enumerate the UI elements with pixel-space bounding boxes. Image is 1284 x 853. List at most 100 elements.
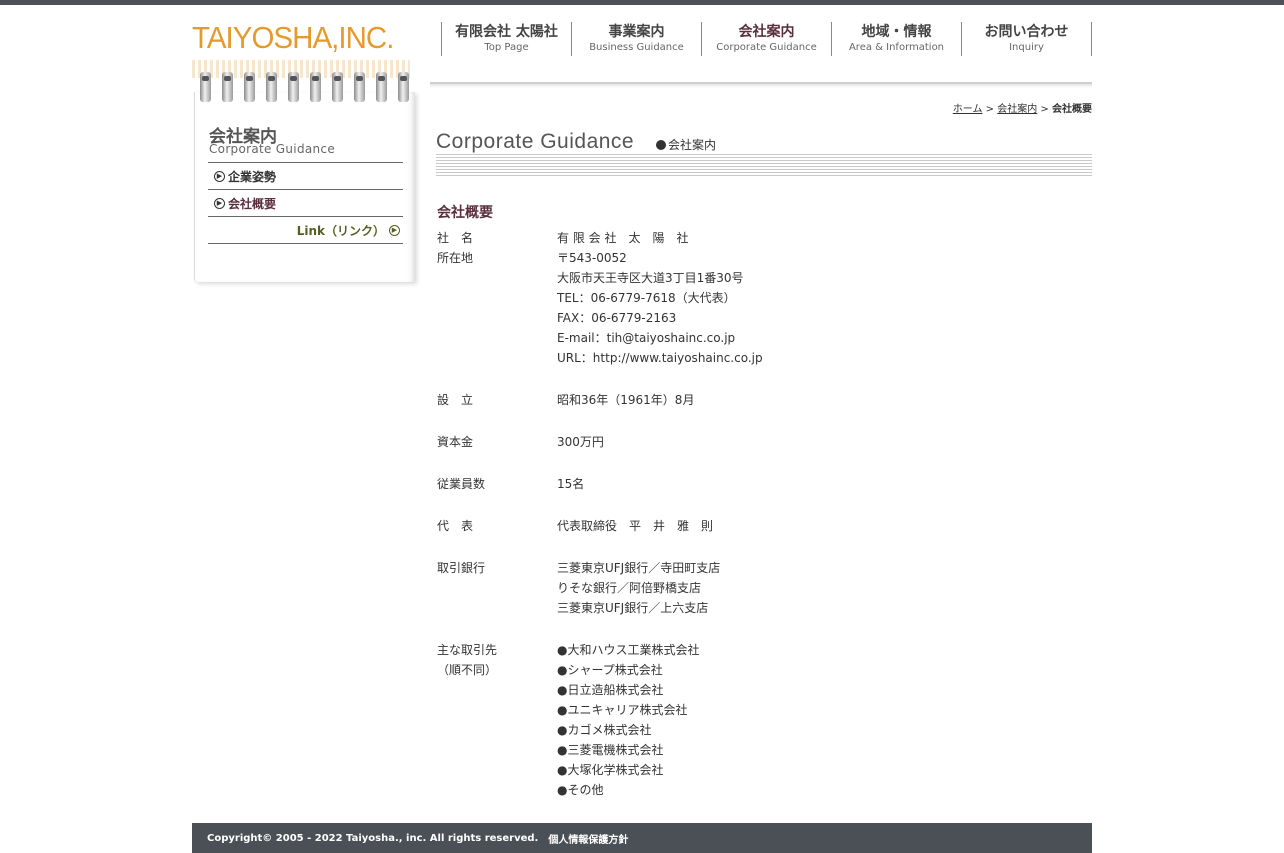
info-value: 300万円 (557, 435, 604, 449)
info-label: 設 立 (437, 393, 474, 407)
header-divider (430, 82, 1092, 88)
client-item: ●日立造船株式会社 (557, 683, 664, 697)
sidebar: 会社案内 Corporate Guidance ▶ 企業姿勢 ▶ 会社概要 Li… (194, 92, 415, 282)
clients-label: 主な取引先 (437, 643, 498, 657)
page-title-en: Corporate Guidance (436, 130, 635, 153)
page-title: Corporate Guidance 会社案内 (436, 130, 1092, 176)
nav-inquiry[interactable]: お問い合わせ Inquiry (961, 22, 1092, 56)
nav-top-page[interactable]: 有限会社 太陽社 Top Page (441, 22, 571, 56)
info-label: 従業員数 (437, 477, 486, 491)
info-label: 資本金 (437, 435, 474, 449)
ring-binding (266, 72, 277, 102)
copyright-text: Copyright© 2005 - 2022 Taiyosha., inc. A… (207, 832, 539, 844)
info-row-capital: 資本金 300万円 (437, 432, 1087, 452)
ring-binding (310, 72, 321, 102)
footer: Copyright© 2005 - 2022 Taiyosha., inc. A… (192, 823, 1092, 853)
nav-label-en: Top Page (484, 42, 529, 53)
sidebar-item-label: 会社概要 (228, 196, 277, 211)
ring-binding (200, 72, 211, 102)
client-item: ●三菱電機株式会社 (557, 743, 664, 757)
info-label: 代 表 (437, 519, 474, 533)
sidebar-item-label: 企業姿勢 (228, 169, 277, 184)
info-label: 所在地 (437, 251, 474, 265)
nav-label-jp: 事業案内 (608, 24, 665, 40)
info-row-founded: 設 立 昭和36年（1961年）8月 (437, 390, 1087, 410)
nav-label-jp: 会社案内 (738, 24, 795, 40)
info-label: 取引銀行 (437, 561, 486, 575)
client-item: ●ユニキャリア株式会社 (557, 703, 688, 717)
address-tel: TEL：06-6779-7618（大代表） (557, 291, 736, 305)
info-value: 15名 (557, 477, 585, 491)
nav-label-en: Area & Information (848, 42, 945, 53)
breadcrumb-home[interactable]: ホーム (953, 104, 983, 115)
logo[interactable]: TAIYOSHA,INC. (192, 18, 412, 78)
sidebar-link-button[interactable]: Link（リンク） ▶ (208, 216, 403, 244)
sidebar-item-company-profile[interactable]: ▶ 会社概要 (208, 189, 403, 216)
page-title-jp-wrap: 会社案内 (656, 136, 716, 153)
info-value: 〒543-0052 大阪市天王寺区大道3丁目1番30号 TEL：06-6779-… (557, 248, 763, 368)
bank-item: 三菱東京UFJ銀行／寺田町支店 (557, 561, 721, 575)
arrow-right-icon: ▶ (214, 170, 225, 182)
client-item: ●大和ハウス工業株式会社 (557, 643, 700, 657)
nav-area-information[interactable]: 地域・情報 Area & Information (831, 22, 961, 56)
bullet-icon (656, 140, 666, 150)
client-item: ●シャープ株式会社 (557, 663, 663, 677)
nav-business-guidance[interactable]: 事業案内 Business Guidance (571, 22, 701, 56)
nav-label-jp: 地域・情報 (861, 24, 932, 40)
nav-corporate-guidance[interactable]: 会社案内 Corporate Guidance (701, 22, 831, 56)
address-fax: FAX：06-6779-2163 (557, 311, 677, 325)
nav-label-en: Inquiry (1009, 42, 1044, 53)
info-row-name: 社 名 有 限 会 社 太 陽 社 (437, 228, 1087, 248)
info-row-representative: 代 表 代表取締役 平 井 雅 則 (437, 516, 1087, 536)
nav-label-en: Corporate Guidance (716, 42, 817, 53)
ring-binding (398, 72, 409, 102)
clients-label-note: （順不同） (437, 663, 498, 677)
address-email: E-mail：tih@taiyoshainc.co.jp (557, 331, 736, 345)
bank-item: 三菱東京UFJ銀行／上六支店 (557, 601, 709, 615)
info-row-clients: 主な取引先 （順不同） ●大和ハウス工業株式会社 ●シャープ株式会社 ●日立造船… (437, 640, 1087, 800)
privacy-policy-link[interactable]: 個人情報保護方針 (548, 831, 628, 846)
breadcrumb: ホーム > 会社案内 > 会社概要 (953, 100, 1092, 115)
breadcrumb-current: 会社概要 (1052, 104, 1092, 115)
info-value: 代表取締役 平 井 雅 則 (557, 519, 714, 533)
client-item: ●カゴメ株式会社 (557, 723, 652, 737)
ring-binding (222, 72, 233, 102)
global-nav: 有限会社 太陽社 Top Page 事業案内 Business Guidance… (441, 22, 1092, 56)
breadcrumb-section[interactable]: 会社案内 (997, 104, 1037, 115)
logo-text: TAIYOSHA,INC. (192, 20, 394, 55)
company-info-table: 社 名 有 限 会 社 太 陽 社 所在地 〒543-0052 大阪市天王寺区大… (437, 228, 1087, 822)
top-bar (0, 0, 1284, 5)
sidebar-item-corporate-stance[interactable]: ▶ 企業姿勢 (208, 162, 403, 189)
sidebar-subtitle: Corporate Guidance (209, 142, 335, 156)
info-label: 主な取引先 （順不同） (437, 640, 557, 800)
info-row-employees: 従業員数 15名 (437, 474, 1087, 494)
nav-label-jp: お問い合わせ (984, 24, 1069, 40)
address-postal: 〒543-0052 (557, 251, 627, 265)
info-value: 有 限 会 社 太 陽 社 (557, 231, 689, 245)
ring-binding (332, 72, 343, 102)
nav-label-jp: 有限会社 太陽社 (455, 24, 558, 40)
address-url: URL：http://www.taiyoshainc.co.jp (557, 351, 763, 365)
sidebar-menu: ▶ 企業姿勢 ▶ 会社概要 Link（リンク） ▶ (208, 162, 403, 244)
info-value: ●大和ハウス工業株式会社 ●シャープ株式会社 ●日立造船株式会社 ●ユニキャリア… (557, 640, 699, 800)
ring-binding (376, 72, 387, 102)
ring-binding (354, 72, 365, 102)
client-item: ●大塚化学株式会社 (557, 763, 664, 777)
title-stripes (436, 154, 1092, 176)
info-value: 三菱東京UFJ銀行／寺田町支店 りそな銀行／阿倍野橋支店 三菱東京UFJ銀行／上… (557, 558, 720, 618)
client-item: ●その他 (557, 783, 604, 797)
bank-item: りそな銀行／阿倍野橋支店 (557, 581, 702, 595)
nav-label-en: Business Guidance (589, 42, 684, 53)
arrow-right-icon: ▶ (389, 224, 400, 236)
info-label: 社 名 (437, 231, 474, 245)
breadcrumb-separator: > (985, 104, 995, 115)
sidebar-link-label: Link（リンク） (296, 223, 385, 238)
ring-binding (288, 72, 299, 102)
page-title-jp: 会社案内 (668, 138, 717, 152)
notebook-rings (192, 72, 414, 102)
info-row-banks: 取引銀行 三菱東京UFJ銀行／寺田町支店 りそな銀行／阿倍野橋支店 三菱東京UF… (437, 558, 1087, 618)
arrow-right-icon: ▶ (214, 197, 225, 209)
section-heading: 会社概要 (437, 205, 493, 221)
address-street: 大阪市天王寺区大道3丁目1番30号 (557, 271, 744, 285)
info-value: 昭和36年（1961年）8月 (557, 393, 695, 407)
